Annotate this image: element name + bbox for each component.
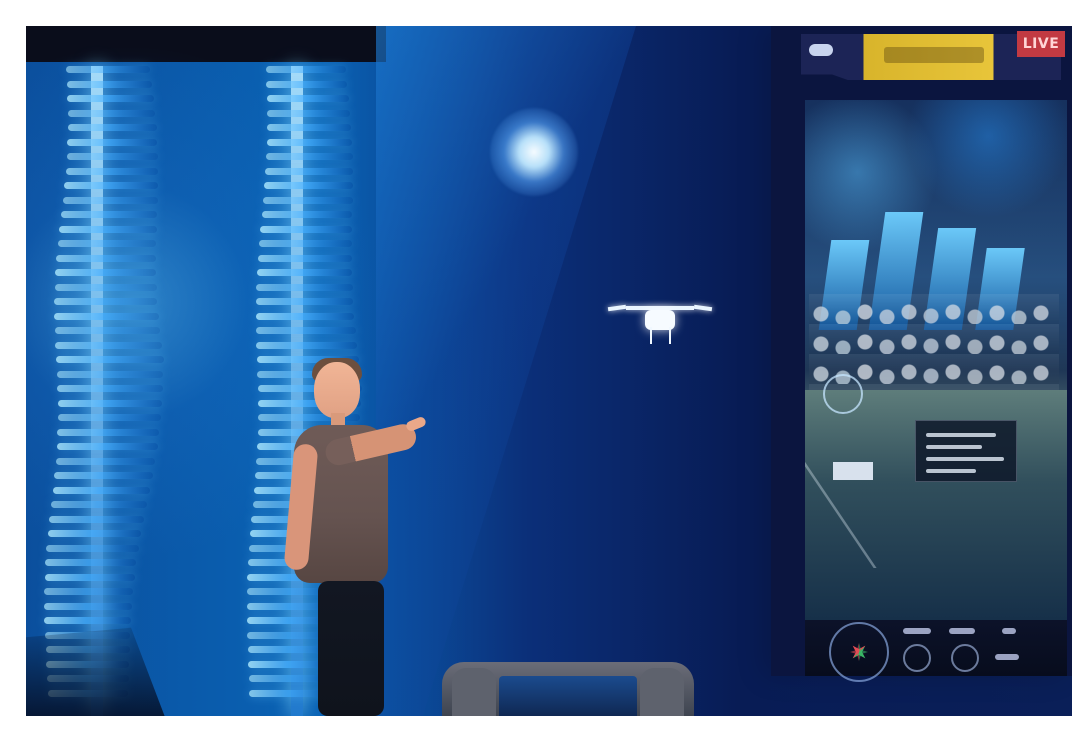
left-light-sculpture (26, 66, 171, 716)
light-slat (66, 80, 152, 88)
light-slat (54, 298, 158, 305)
light-slat (56, 443, 158, 450)
live-badge: LIVE (1017, 31, 1065, 57)
hud-circle-icon (903, 644, 931, 672)
light-slat (47, 530, 142, 537)
light-slat (55, 269, 157, 276)
light-slat (57, 414, 161, 421)
light-slat (255, 298, 354, 305)
feed-mode-icon (823, 374, 863, 414)
light-slat (49, 515, 145, 523)
light-slat (56, 370, 164, 378)
light-slat (265, 167, 353, 175)
light-slat (266, 80, 348, 88)
light-slat (57, 399, 163, 407)
light-slat (256, 341, 358, 349)
light-slat (54, 283, 157, 291)
speaker-head (314, 362, 360, 418)
radar-icon (829, 622, 889, 682)
light-slat (57, 240, 157, 247)
light-slat (66, 153, 158, 160)
light-slat (57, 385, 163, 392)
speaker-legs (318, 581, 384, 716)
light-slat (67, 124, 157, 131)
drone-leg-left (650, 327, 652, 344)
light-slat (61, 211, 158, 218)
light-slat (66, 66, 150, 73)
controller-left-grip (452, 668, 496, 716)
panel-text-line (926, 469, 976, 473)
light-slat (260, 225, 353, 233)
speaker-pointing-hand (404, 415, 428, 433)
light-slat (44, 602, 132, 610)
photo-frame: LIVE (0, 0, 1079, 729)
light-slat (67, 95, 154, 102)
flight-mode-text (884, 47, 984, 63)
light-slat (59, 225, 157, 233)
light-slat (266, 153, 353, 160)
light-slat (67, 109, 156, 117)
light-slat (258, 240, 352, 247)
hud-readout-line (995, 654, 1019, 660)
ceiling-light (490, 108, 578, 196)
light-slat (55, 341, 162, 349)
drone-arm-right (693, 304, 713, 312)
projection-screen: LIVE (771, 26, 1072, 682)
light-slat (67, 138, 158, 146)
hud-readout-line (949, 628, 975, 634)
hud-bottom-bar (805, 620, 1067, 682)
panel-text-line (926, 457, 1004, 461)
light-slat (262, 196, 353, 204)
speaker (276, 358, 430, 716)
light-slat (54, 312, 159, 320)
light-slat (266, 95, 349, 102)
light-slat (62, 196, 158, 204)
hud-readout-line (903, 628, 931, 634)
light-slat (266, 138, 353, 146)
light-slat (45, 559, 137, 566)
light-slat (64, 182, 158, 189)
light-slat (65, 167, 159, 175)
panel-text-line (926, 433, 996, 437)
hud-circle-icon (951, 644, 979, 672)
light-slat (44, 573, 135, 581)
light-slat (52, 486, 151, 494)
light-slat (54, 472, 153, 479)
light-slat (57, 428, 160, 436)
feed-label-panel (833, 462, 873, 480)
controller-screen (499, 676, 637, 716)
light-slat (56, 254, 156, 262)
panel-text-line (926, 445, 982, 449)
drone-camera-feed (805, 100, 1067, 620)
light-slat (55, 457, 156, 465)
light-slat (257, 254, 352, 262)
light-slat (44, 588, 133, 595)
light-slat (46, 544, 139, 552)
controller-right-grip (640, 668, 684, 716)
light-slat (51, 501, 148, 508)
dji-logo (809, 44, 833, 56)
drone (607, 296, 713, 348)
light-slat (264, 182, 353, 189)
light-slat (261, 211, 353, 218)
light-slat (267, 124, 352, 131)
light-slat (256, 283, 353, 291)
hud-readout-line (1002, 628, 1016, 634)
light-slat (54, 327, 161, 334)
event-photo: LIVE (26, 26, 1072, 716)
feed-info-panel (915, 420, 1017, 482)
drone-leg-right (669, 327, 671, 344)
light-slat (256, 269, 353, 276)
light-slat (55, 356, 164, 363)
remote-controller (442, 662, 694, 716)
drone-arm-left (607, 304, 627, 312)
light-slat (267, 109, 351, 117)
light-slat (256, 327, 356, 334)
light-slat (255, 312, 355, 320)
light-slat (266, 66, 346, 73)
light-slat (44, 617, 131, 624)
